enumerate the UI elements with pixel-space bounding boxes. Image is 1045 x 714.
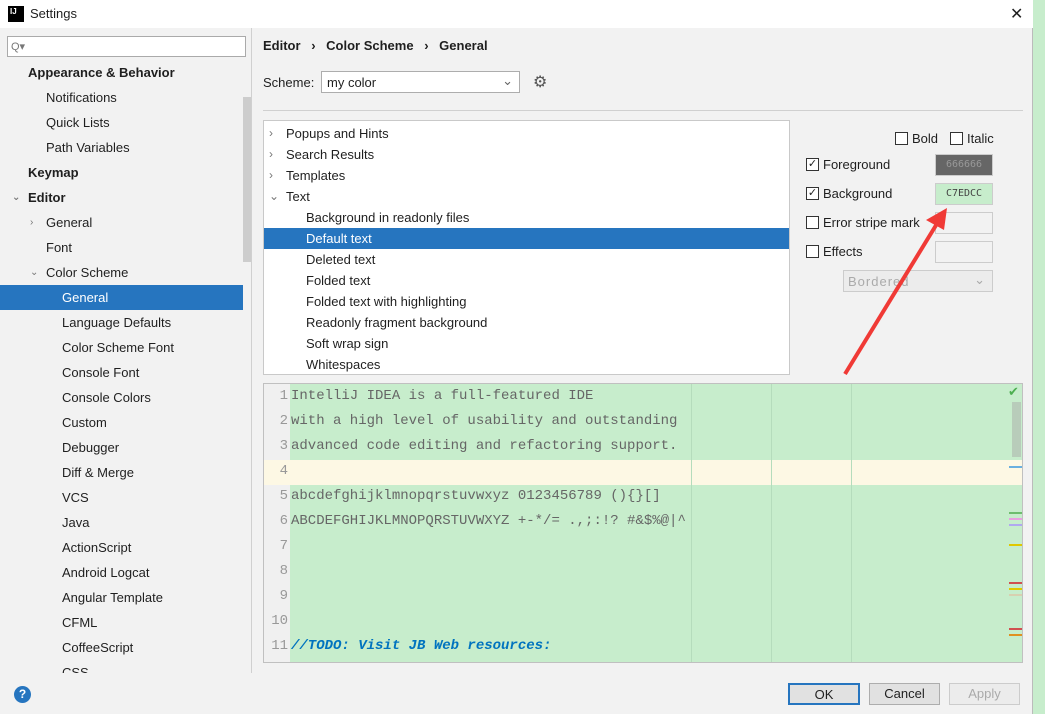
apply-button[interactable]: Apply bbox=[949, 683, 1020, 705]
annotation-arrow bbox=[843, 208, 947, 376]
help-button[interactable]: ? bbox=[14, 686, 31, 703]
cancel-button[interactable]: Cancel bbox=[869, 683, 940, 705]
ok-button[interactable]: OK bbox=[788, 683, 860, 705]
